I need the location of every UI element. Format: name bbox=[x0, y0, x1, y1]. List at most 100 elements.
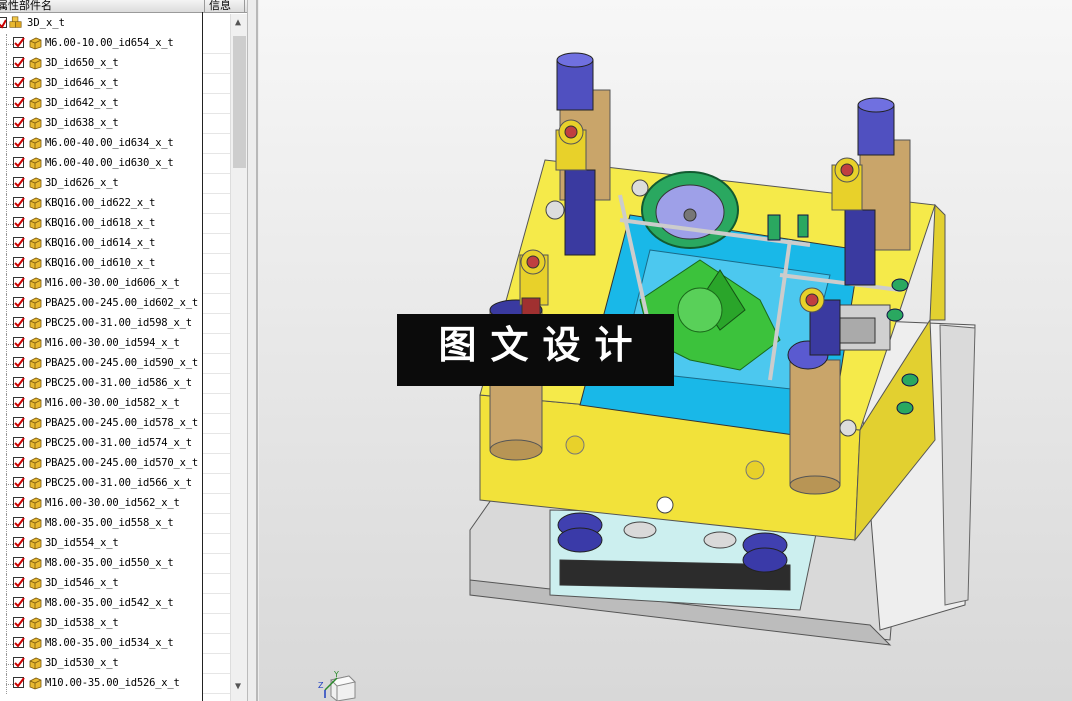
tree-connector bbox=[6, 604, 13, 605]
tree-item[interactable]: 3D_id538_x_t bbox=[0, 614, 230, 634]
assembly-icon bbox=[9, 16, 22, 28]
tree-item[interactable]: 3D_id554_x_t bbox=[0, 534, 230, 554]
part-label: M8.00-35.00_id558_x_t bbox=[45, 517, 174, 529]
scroll-down-icon[interactable]: ▼ bbox=[235, 682, 241, 692]
tree-item[interactable]: M16.00-30.00_id594_x_t bbox=[0, 334, 230, 354]
tree-item[interactable]: PBA25.00-245.00_id602_x_t bbox=[0, 294, 230, 314]
view-triad-icon[interactable]: Y Z bbox=[317, 668, 357, 701]
visibility-checkbox[interactable] bbox=[13, 197, 25, 208]
visibility-checkbox[interactable] bbox=[13, 577, 25, 588]
tree-connector bbox=[6, 144, 13, 145]
tree-item[interactable]: M16.00-30.00_id582_x_t bbox=[0, 394, 230, 414]
visibility-checkbox[interactable] bbox=[13, 657, 25, 668]
visibility-checkbox[interactable] bbox=[13, 77, 25, 88]
visibility-checkbox[interactable] bbox=[13, 157, 25, 168]
tree-item[interactable]: M8.00-35.00_id534_x_t bbox=[0, 634, 230, 654]
visibility-checkbox[interactable] bbox=[13, 677, 25, 688]
part-cube-icon bbox=[29, 137, 42, 150]
tree-item[interactable]: 3D_id650_x_t bbox=[0, 54, 230, 74]
visibility-checkbox[interactable] bbox=[13, 637, 25, 648]
name-column-header[interactable]: 属性部件名 bbox=[0, 0, 202, 12]
scrollbar-thumb[interactable] bbox=[233, 36, 246, 168]
tree-item[interactable]: M8.00-35.00_id542_x_t bbox=[0, 594, 230, 614]
tree-item[interactable]: M16.00-30.00_id562_x_t bbox=[0, 494, 230, 514]
visibility-checkbox[interactable] bbox=[13, 297, 25, 308]
part-label: 3D_id546_x_t bbox=[45, 577, 119, 589]
tree-item[interactable]: KBQ16.00_id614_x_t bbox=[0, 234, 230, 254]
tree-item[interactable]: M8.00-35.00_id558_x_t bbox=[0, 514, 230, 534]
tree-item[interactable]: M8.00-35.00_id550_x_t bbox=[0, 554, 230, 574]
tree-connector bbox=[6, 84, 13, 85]
tree-item[interactable]: KBQ16.00_id610_x_t bbox=[0, 254, 230, 274]
triad-y-label: Y bbox=[333, 670, 339, 679]
visibility-checkbox[interactable] bbox=[13, 217, 25, 228]
tree-item[interactable]: PBA25.00-245.00_id578_x_t bbox=[0, 414, 230, 434]
tree-connector bbox=[6, 344, 13, 345]
tree-item[interactable]: PBC25.00-31.00_id598_x_t bbox=[0, 314, 230, 334]
visibility-checkbox[interactable] bbox=[13, 57, 25, 68]
visibility-checkbox[interactable] bbox=[13, 537, 25, 548]
triad-z-label: Z bbox=[318, 681, 324, 690]
visibility-checkbox[interactable] bbox=[13, 277, 25, 288]
visibility-checkbox[interactable] bbox=[13, 557, 25, 568]
tree-connector bbox=[6, 64, 13, 65]
visibility-checkbox[interactable] bbox=[13, 617, 25, 628]
tree-item[interactable]: M6.00-10.00_id654_x_t bbox=[0, 34, 230, 54]
tree-item[interactable]: PBC25.00-31.00_id574_x_t bbox=[0, 434, 230, 454]
visibility-checkbox[interactable] bbox=[13, 177, 25, 188]
part-cube-icon bbox=[29, 597, 42, 610]
tree-item[interactable]: 3D_id638_x_t bbox=[0, 114, 230, 134]
tree-item[interactable]: 3D_id530_x_t bbox=[0, 654, 230, 674]
tree-item[interactable]: KBQ16.00_id622_x_t bbox=[0, 194, 230, 214]
tree-item[interactable]: M6.00-40.00_id634_x_t bbox=[0, 134, 230, 154]
3d-viewport[interactable]: 图文设计 Y Z bbox=[259, 0, 1072, 701]
tree-item[interactable]: PBA25.00-245.00_id590_x_t bbox=[0, 354, 230, 374]
tree-item[interactable]: PBC25.00-31.00_id586_x_t bbox=[0, 374, 230, 394]
part-label: PBA25.00-245.00_id570_x_t bbox=[45, 457, 199, 469]
tree-connector bbox=[6, 444, 13, 445]
visibility-checkbox[interactable] bbox=[13, 97, 25, 108]
tree-item[interactable]: 3D_id626_x_t bbox=[0, 174, 230, 194]
part-label: M6.00-40.00_id630_x_t bbox=[45, 157, 174, 169]
visibility-checkbox[interactable] bbox=[13, 597, 25, 608]
visibility-checkbox[interactable] bbox=[13, 377, 25, 388]
scroll-up-icon[interactable]: ▲ bbox=[235, 18, 241, 28]
tree-item[interactable]: KBQ16.00_id618_x_t bbox=[0, 214, 230, 234]
tree-item[interactable]: 3D_id642_x_t bbox=[0, 94, 230, 114]
tree-item[interactable]: PBA25.00-245.00_id570_x_t bbox=[0, 454, 230, 474]
visibility-checkbox[interactable] bbox=[13, 397, 25, 408]
visibility-checkbox[interactable] bbox=[13, 417, 25, 428]
part-label: KBQ16.00_id610_x_t bbox=[45, 257, 156, 269]
visibility-checkbox[interactable] bbox=[13, 117, 25, 128]
visibility-checkbox[interactable] bbox=[13, 257, 25, 268]
visibility-checkbox[interactable] bbox=[13, 337, 25, 348]
tree-connector bbox=[6, 204, 13, 205]
part-label: M6.00-10.00_id654_x_t bbox=[45, 37, 174, 49]
info-column-header[interactable]: 信息 bbox=[204, 0, 247, 12]
part-label: 3D_id626_x_t bbox=[45, 177, 119, 189]
tree-item[interactable]: 3D_id546_x_t bbox=[0, 574, 230, 594]
visibility-checkbox[interactable] bbox=[13, 437, 25, 448]
visibility-checkbox[interactable] bbox=[13, 517, 25, 528]
visibility-checkbox[interactable] bbox=[13, 317, 25, 328]
part-cube-icon bbox=[29, 297, 42, 310]
tree-scrollbar[interactable]: ▲ ▼ bbox=[230, 14, 248, 701]
visibility-checkbox[interactable] bbox=[13, 137, 25, 148]
info-cell bbox=[203, 693, 230, 694]
tree-item[interactable]: PBC25.00-31.00_id566_x_t bbox=[0, 474, 230, 494]
visibility-checkbox[interactable] bbox=[13, 497, 25, 508]
tree-item[interactable]: M16.00-30.00_id606_x_t bbox=[0, 274, 230, 294]
visibility-checkbox[interactable] bbox=[13, 357, 25, 368]
tree-item[interactable]: M10.00-35.00_id526_x_t bbox=[0, 674, 230, 694]
part-label: 3D_id530_x_t bbox=[45, 657, 119, 669]
assembly-navigator: 属性部件名 信息 3D_x_t M6.00-10.00_id654_x_t 3D_… bbox=[0, 0, 258, 701]
visibility-checkbox[interactable] bbox=[13, 237, 25, 248]
root-checkbox[interactable] bbox=[0, 17, 7, 29]
visibility-checkbox[interactable] bbox=[13, 37, 25, 48]
tree-item[interactable]: M6.00-40.00_id630_x_t bbox=[0, 154, 230, 174]
panel-splitter[interactable] bbox=[247, 0, 259, 701]
tree-item[interactable]: 3D_id646_x_t bbox=[0, 74, 230, 94]
visibility-checkbox[interactable] bbox=[13, 457, 25, 468]
visibility-checkbox[interactable] bbox=[13, 477, 25, 488]
tree-root-row[interactable]: 3D_x_t bbox=[0, 14, 230, 32]
